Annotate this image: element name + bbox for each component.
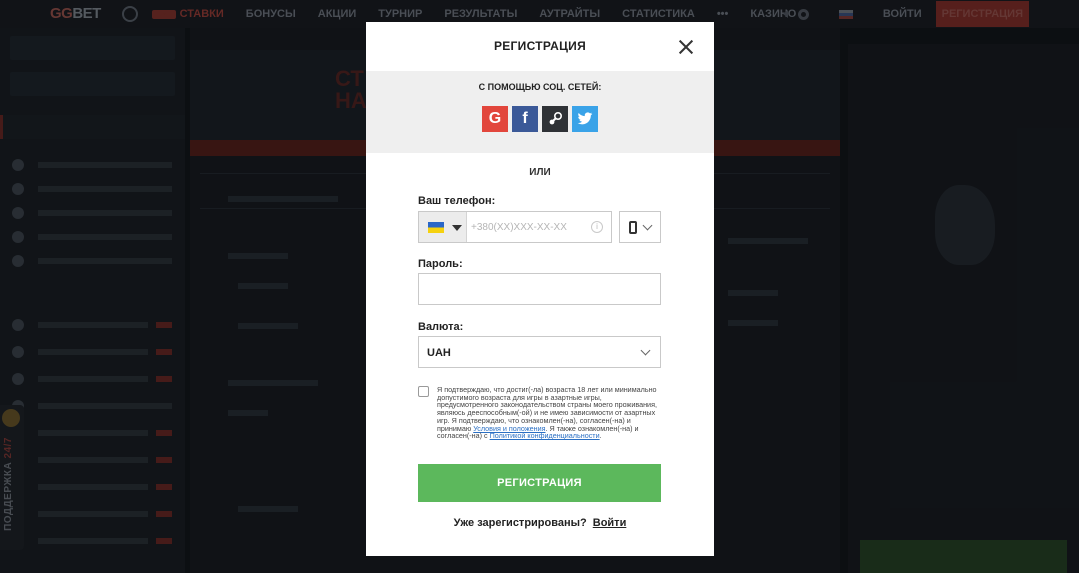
- currency-value: UAH: [427, 347, 451, 359]
- twitter-icon: [577, 112, 593, 125]
- already-registered-text: Уже зарегистрированы?: [453, 517, 587, 529]
- info-icon[interactable]: i: [591, 221, 603, 233]
- facebook-icon: f: [522, 110, 528, 127]
- phone-input[interactable]: [471, 218, 589, 236]
- social-title: С ПОМОЩЬЮ СОЦ. СЕТЕЙ:: [478, 82, 602, 92]
- login-link[interactable]: Войти: [593, 517, 627, 529]
- steam-login-button[interactable]: [542, 106, 568, 132]
- steam-icon: [549, 111, 563, 125]
- privacy-policy-link[interactable]: Политикой конфиденциальности: [490, 431, 600, 440]
- password-label: Пароль:: [418, 258, 463, 270]
- twitter-login-button[interactable]: [572, 106, 598, 132]
- chevron-down-icon: [642, 220, 653, 231]
- or-divider: ИЛИ: [529, 167, 551, 178]
- mobile-phone-icon: [629, 221, 637, 234]
- register-submit-button[interactable]: РЕГИСТРАЦИЯ: [418, 464, 661, 502]
- ukraine-flag-icon: [428, 222, 444, 233]
- terms-text: Я подтверждаю, что достиг(-ла) возраста …: [437, 385, 657, 441]
- terms-checkbox[interactable]: [418, 386, 429, 397]
- google-icon: G: [488, 110, 502, 127]
- contact-type-select[interactable]: [619, 211, 661, 243]
- modal-title: РЕГИСТРАЦИЯ: [493, 39, 587, 53]
- currency-select[interactable]: UAH: [418, 336, 661, 368]
- facebook-login-button[interactable]: f: [512, 106, 538, 132]
- caret-down-icon: [452, 225, 462, 231]
- country-select[interactable]: [419, 212, 467, 242]
- phone-label: Ваш телефон:: [418, 195, 496, 207]
- already-registered: Уже зарегистрированы? Войти: [366, 517, 714, 529]
- close-icon[interactable]: [678, 39, 694, 55]
- google-login-button[interactable]: G: [482, 106, 508, 132]
- password-input[interactable]: [418, 273, 661, 305]
- social-login-section: С ПОМОЩЬЮ СОЦ. СЕТЕЙ: G f: [366, 71, 714, 153]
- phone-field: i: [418, 211, 612, 243]
- registration-modal: РЕГИСТРАЦИЯ С ПОМОЩЬЮ СОЦ. СЕТЕЙ: G f ИЛ…: [366, 22, 714, 556]
- chevron-down-icon: [640, 345, 651, 356]
- currency-label: Валюта:: [418, 321, 464, 333]
